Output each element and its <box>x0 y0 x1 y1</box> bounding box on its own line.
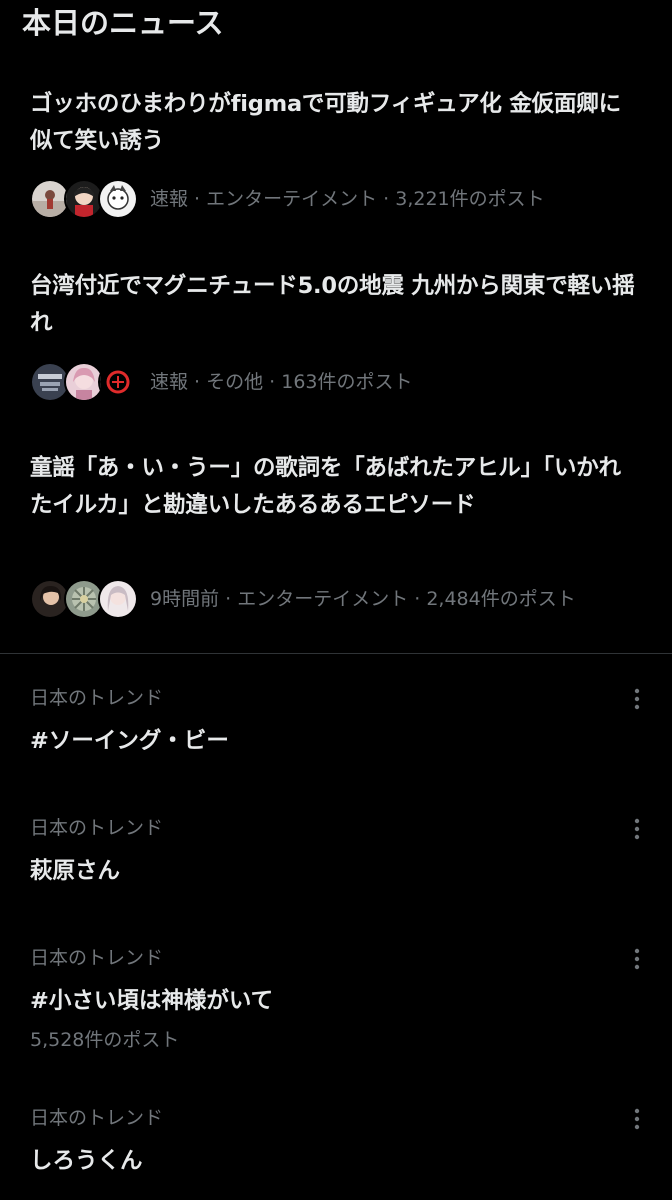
more-vertical-icon <box>634 818 640 840</box>
avatar <box>98 179 138 219</box>
news-headline: 童謡「あ・い・うー」の歌詞を「あばれたアヒル」「いかれたイルカ」と勘違いしたある… <box>30 455 621 518</box>
news-headline: ゴッホのひまわりがfigmaで可動フィギュア化 金仮面卿に似て笑い誘う <box>30 91 621 154</box>
trend-item[interactable]: 日本のトレンド #小さい頃は神様がいて 5,528件のポスト <box>0 935 672 1070</box>
news-meta-text: 速報 · その他 · 163件のポスト <box>150 370 413 393</box>
avatar-group <box>30 177 138 219</box>
avatar <box>98 362 138 402</box>
more-vertical-icon <box>634 688 640 710</box>
news-headline: 台湾付近でマグニチュード5.0の地震 九州から関東で軽い揺れ <box>30 273 635 336</box>
more-options-button[interactable] <box>622 1104 652 1134</box>
avatar-group <box>30 577 138 619</box>
trend-name: #ソーイング・ビー <box>30 728 229 754</box>
news-meta: 速報 · エンターテイメント · 3,221件のポスト <box>30 177 650 219</box>
news-meta-text: 速報 · エンターテイメント · 3,221件のポスト <box>150 187 545 210</box>
trend-item[interactable]: 日本のトレンド しろうくん <box>0 1095 672 1200</box>
avatar-group <box>30 360 138 402</box>
news-item[interactable]: 童謡「あ・い・うー」の歌詞を「あばれたアヒル」「いかれたイルカ」と勘違いしたある… <box>0 450 672 630</box>
news-meta-text: 9時間前 · エンターテイメント · 2,484件のポスト <box>150 587 576 610</box>
news-item[interactable]: 台湾付近でマグニチュード5.0の地震 九州から関東で軽い揺れ 速報 · その他 … <box>0 265 672 415</box>
avatar <box>98 579 138 619</box>
trend-context: 日本のトレンド <box>30 687 164 709</box>
more-vertical-icon <box>634 1108 640 1130</box>
trend-context: 日本のトレンド <box>30 947 164 969</box>
news-meta: 9時間前 · エンターテイメント · 2,484件のポスト <box>30 577 650 619</box>
more-options-button[interactable] <box>622 814 652 844</box>
news-item[interactable]: ゴッホのひまわりがfigmaで可動フィギュア化 金仮面卿に似て笑い誘う 速報 ·… <box>0 80 672 230</box>
trend-item[interactable]: 日本のトレンド 萩原さん <box>0 805 672 915</box>
more-options-button[interactable] <box>622 684 652 714</box>
trend-context: 日本のトレンド <box>30 817 164 839</box>
section-divider <box>0 653 672 654</box>
more-vertical-icon <box>634 948 640 970</box>
trend-item[interactable]: 日本のトレンド #ソーイング・ビー <box>0 675 672 785</box>
news-meta: 速報 · その他 · 163件のポスト <box>30 360 650 402</box>
trend-post-count: 5,528件のポスト <box>30 1029 180 1051</box>
more-options-button[interactable] <box>622 944 652 974</box>
trend-name: しろうくん <box>30 1148 143 1174</box>
trend-name: 萩原さん <box>30 858 121 884</box>
trend-context: 日本のトレンド <box>30 1107 164 1129</box>
section-title: 本日のニュース <box>22 6 224 40</box>
trend-name: #小さい頃は神様がいて <box>30 988 274 1014</box>
